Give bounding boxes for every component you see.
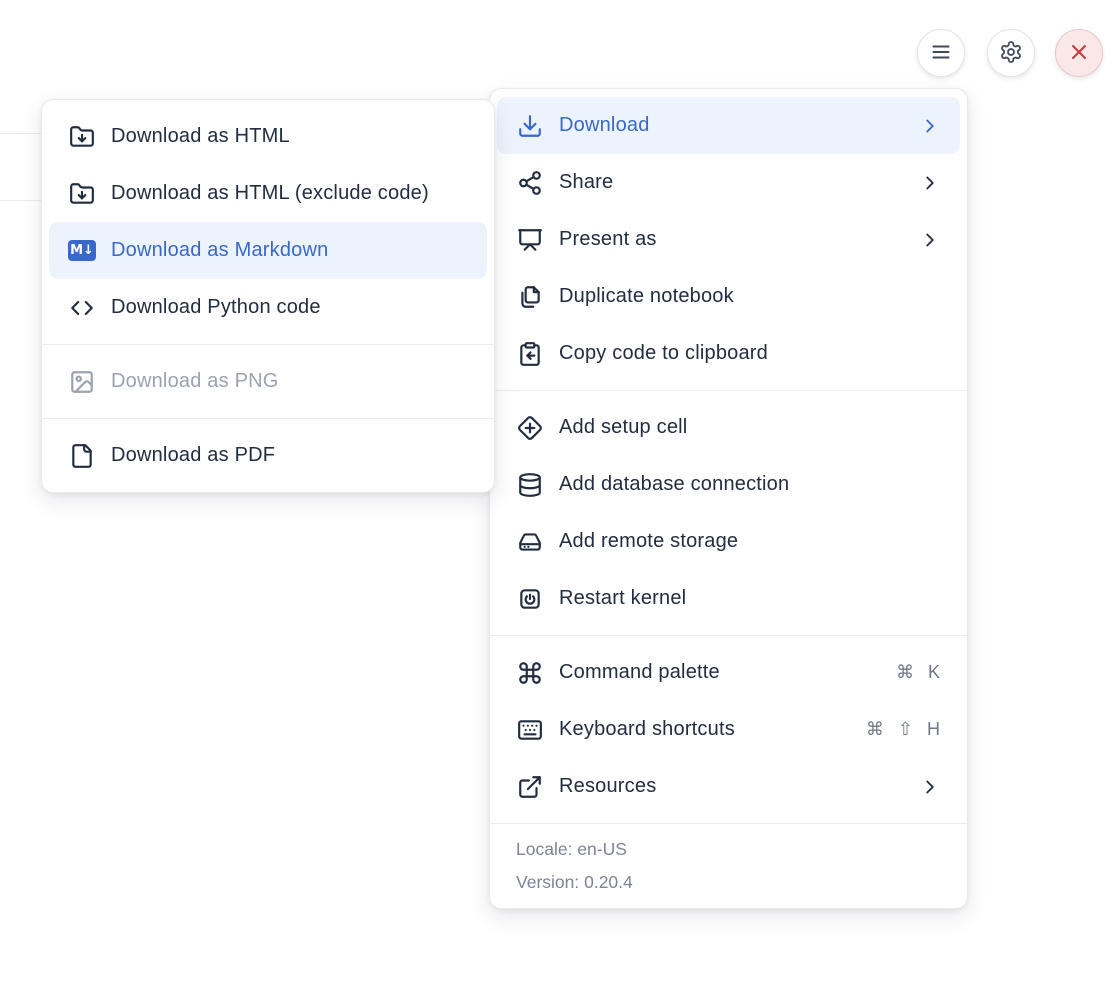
clipboard-copy-icon [516, 340, 544, 367]
power-square-icon [516, 585, 544, 612]
menu-item-download-png: Download as PNG [49, 353, 487, 410]
menu-item-download-html[interactable]: Download as HTML [49, 108, 487, 165]
external-link-icon [516, 773, 544, 800]
menu-item-present-as[interactable]: Present as [497, 211, 960, 268]
database-icon [516, 471, 544, 498]
submenu-section-pdf: Download as PDF [42, 418, 494, 492]
menu-section-notebook: Add setup cell Add database connection A… [490, 390, 967, 635]
folder-down-icon [68, 180, 96, 207]
menu-item-add-database[interactable]: Add database connection [497, 456, 960, 513]
page-cell-border [0, 200, 41, 201]
menu-item-add-remote-storage[interactable]: Add remote storage [497, 513, 960, 570]
menu-item-add-setup-cell[interactable]: Add setup cell [497, 399, 960, 456]
settings-button[interactable] [987, 29, 1035, 77]
menu-item-copy-code[interactable]: Copy code to clipboard [497, 325, 960, 382]
shutdown-button[interactable] [1055, 29, 1103, 77]
submenu-section-png: Download as PNG [42, 344, 494, 418]
markdown-badge-icon: M↓ [68, 237, 96, 264]
menu-item-download-markdown[interactable]: M↓ Download as Markdown [49, 222, 487, 279]
locale-text: Locale: en-US [516, 833, 941, 866]
notebook-menu-button[interactable] [917, 29, 965, 77]
menu-item-download-pdf[interactable]: Download as PDF [49, 427, 487, 484]
share-icon [516, 169, 544, 196]
menu-item-download-html-exclude-code[interactable]: Download as HTML (exclude code) [49, 165, 487, 222]
command-icon [516, 659, 544, 686]
submenu-section-documents: Download as HTML Download as HTML (exclu… [42, 100, 494, 344]
menu-footer: Locale: en-US Version: 0.20.4 [490, 823, 967, 908]
notebook-actions-menu: Download Share Present as [489, 88, 968, 909]
duplicate-pages-icon [516, 283, 544, 310]
menu-item-download[interactable]: Download [497, 97, 960, 154]
chevron-right-icon [919, 229, 941, 251]
image-icon [68, 368, 96, 395]
menu-item-download-python-code[interactable]: Download Python code [49, 279, 487, 336]
menu-item-command-palette[interactable]: Command palette ⌘ K [497, 644, 960, 701]
version-text: Version: 0.20.4 [516, 866, 941, 899]
keyboard-icon [516, 716, 544, 743]
hard-drive-icon [516, 528, 544, 555]
menu-item-duplicate-notebook[interactable]: Duplicate notebook [497, 268, 960, 325]
shortcut-hint: ⌘ ⇧ H [866, 719, 941, 740]
menu-section-help: Command palette ⌘ K Keyboard shortcuts ⌘… [490, 635, 967, 823]
gear-icon [999, 40, 1023, 67]
code-icon [68, 294, 96, 321]
menu-item-share[interactable]: Share [497, 154, 960, 211]
download-submenu: Download as HTML Download as HTML (exclu… [41, 99, 495, 493]
notebook-page-background: Download Share Present as [0, 0, 1118, 984]
menu-item-resources[interactable]: Resources [497, 758, 960, 815]
chevron-right-icon [919, 172, 941, 194]
file-icon [68, 442, 96, 469]
presentation-icon [516, 226, 544, 253]
diamond-plus-icon [516, 414, 544, 441]
menu-section-export: Download Share Present as [490, 89, 967, 390]
menu-item-restart-kernel[interactable]: Restart kernel [497, 570, 960, 627]
download-icon [516, 112, 544, 139]
menu-item-keyboard-shortcuts[interactable]: Keyboard shortcuts ⌘ ⇧ H [497, 701, 960, 758]
page-cell-border [0, 133, 41, 134]
chevron-right-icon [919, 776, 941, 798]
chevron-right-icon [919, 115, 941, 137]
folder-down-icon [68, 123, 96, 150]
hamburger-menu-icon [929, 40, 953, 67]
close-icon [1067, 40, 1091, 67]
shortcut-hint: ⌘ K [896, 662, 941, 683]
